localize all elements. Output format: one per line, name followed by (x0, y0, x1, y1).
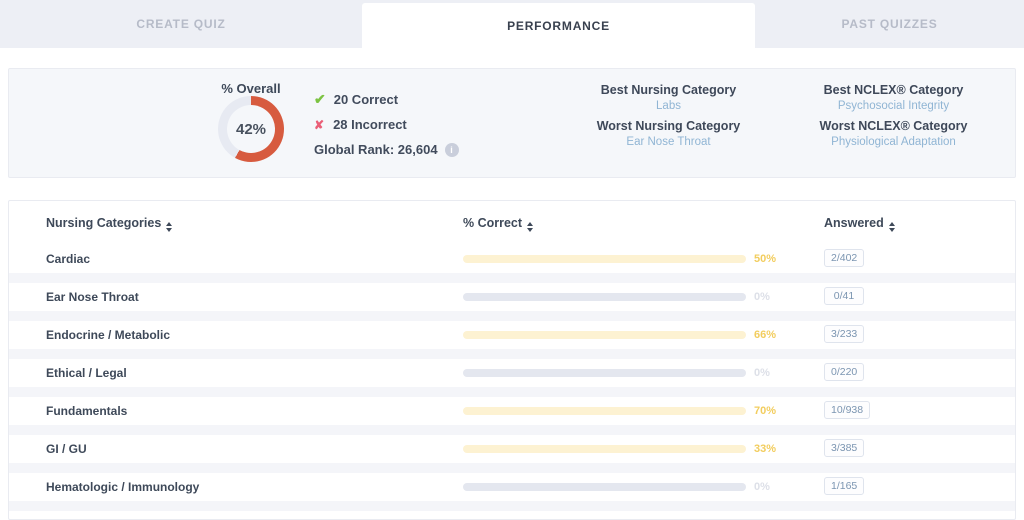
overall-title: % Overall (185, 81, 317, 96)
incorrect-row: ✘ 28 Incorrect (314, 112, 459, 137)
tab-performance[interactable]: PERFORMANCE (362, 3, 755, 48)
sort-icon (527, 222, 533, 232)
highlight-value-link[interactable]: Psychosocial Integrity (776, 100, 1011, 112)
highlight-item: Best Nursing Category Labs (561, 83, 776, 112)
header-answered[interactable]: Answered (824, 201, 895, 245)
highlight-label: Worst NCLEX® Category (776, 119, 1011, 133)
row-category: Endocrine / Metabolic (46, 321, 170, 349)
table-row: Ethical / Legal 0% 0/220 (9, 359, 1015, 397)
highlight-label: Worst Nursing Category (561, 119, 776, 133)
row-answered-badge: 0/41 (824, 287, 864, 305)
highlight-label: Best NCLEX® Category (776, 83, 1011, 97)
row-percent: 66% (754, 321, 776, 349)
info-icon[interactable]: i (445, 143, 459, 157)
category-highlights: Best Nursing Category Labs Best NCLEX® C… (561, 83, 1011, 148)
highlight-item: Worst NCLEX® Category Physiological Adap… (776, 119, 1011, 148)
overall-percent: 42% (236, 121, 266, 138)
header-label: Nursing Categories (46, 216, 161, 230)
row-answered-badge: 10/938 (824, 401, 870, 419)
row-answered-badge: 3/385 (824, 439, 864, 457)
correct-row: ✔ 20 Correct (314, 87, 459, 112)
table-header: Nursing Categories % Correct Answered (9, 201, 1015, 245)
row-answered-badge: 2/402 (824, 249, 864, 267)
row-bar-track (463, 293, 746, 301)
table-row: Cardiac 50% 2/402 (9, 245, 1015, 283)
tab-bar: CREATE QUIZ PERFORMANCE PAST QUIZZES (0, 0, 1024, 48)
header-percent-correct[interactable]: % Correct (463, 201, 533, 245)
global-rank-row: Global Rank: 26,604 i (314, 137, 459, 162)
tab-past-quizzes[interactable]: PAST QUIZZES (755, 0, 1024, 48)
header-label: % Correct (463, 216, 522, 230)
highlight-value-link[interactable]: Labs (561, 100, 776, 112)
highlight-value-link[interactable]: Ear Nose Throat (561, 136, 776, 148)
row-category: Fundamentals (46, 397, 127, 425)
row-bar-track (463, 407, 746, 415)
overview-panel: % Overall 42% ✔ 20 Correct ✘ 28 Incorrec… (8, 68, 1016, 178)
row-category: Ethical / Legal (46, 359, 127, 387)
row-percent: 50% (754, 245, 776, 273)
row-bar-track (463, 445, 746, 453)
highlight-label: Best Nursing Category (561, 83, 776, 97)
x-icon: ✘ (314, 118, 324, 132)
row-bar-track (463, 369, 746, 377)
highlight-item: Worst Nursing Category Ear Nose Throat (561, 119, 776, 148)
row-category: Hematologic / Immunology (46, 473, 199, 501)
table-row: GI / GU 33% 3/385 (9, 435, 1015, 473)
incorrect-count: 28 Incorrect (333, 117, 407, 132)
table-row: Ear Nose Throat 0% 0/41 (9, 283, 1015, 321)
highlight-item: Best NCLEX® Category Psychosocial Integr… (776, 83, 1011, 112)
sort-icon (889, 222, 895, 232)
row-answered-badge: 1/165 (824, 477, 864, 495)
row-answered-badge: 0/220 (824, 363, 864, 381)
row-bar-track (463, 331, 746, 339)
highlight-value-link[interactable]: Physiological Adaptation (776, 136, 1011, 148)
correct-count: 20 Correct (334, 92, 398, 107)
table-row: Hematologic / Immunology 0% 1/165 (9, 473, 1015, 511)
row-category: GI / GU (46, 435, 87, 463)
row-category: Cardiac (46, 245, 90, 273)
row-bar-track (463, 483, 746, 491)
table-row: Endocrine / Metabolic 66% 3/233 (9, 321, 1015, 359)
row-percent: 0% (754, 283, 770, 311)
row-category: Ear Nose Throat (46, 283, 139, 311)
row-percent: 0% (754, 473, 770, 501)
global-rank: Global Rank: 26,604 (314, 142, 438, 157)
overall-donut-chart: 42% (218, 96, 284, 162)
performance-table: Nursing Categories % Correct Answered Ca… (8, 200, 1016, 520)
row-answered-badge: 3/233 (824, 325, 864, 343)
tab-create-quiz[interactable]: CREATE QUIZ (0, 0, 362, 48)
row-percent: 70% (754, 397, 776, 425)
header-label: Answered (824, 216, 884, 230)
table-rows: Cardiac 50% 2/402 Ear Nose Throat 0% 0/4… (9, 245, 1015, 511)
check-icon: ✔ (314, 91, 326, 108)
quick-stats: ✔ 20 Correct ✘ 28 Incorrect Global Rank:… (314, 87, 459, 162)
row-percent: 0% (754, 359, 770, 387)
table-row: Fundamentals 70% 10/938 (9, 397, 1015, 435)
header-nursing-categories[interactable]: Nursing Categories (46, 201, 172, 245)
row-bar-track (463, 255, 746, 263)
row-percent: 33% (754, 435, 776, 463)
sort-icon (166, 222, 172, 232)
